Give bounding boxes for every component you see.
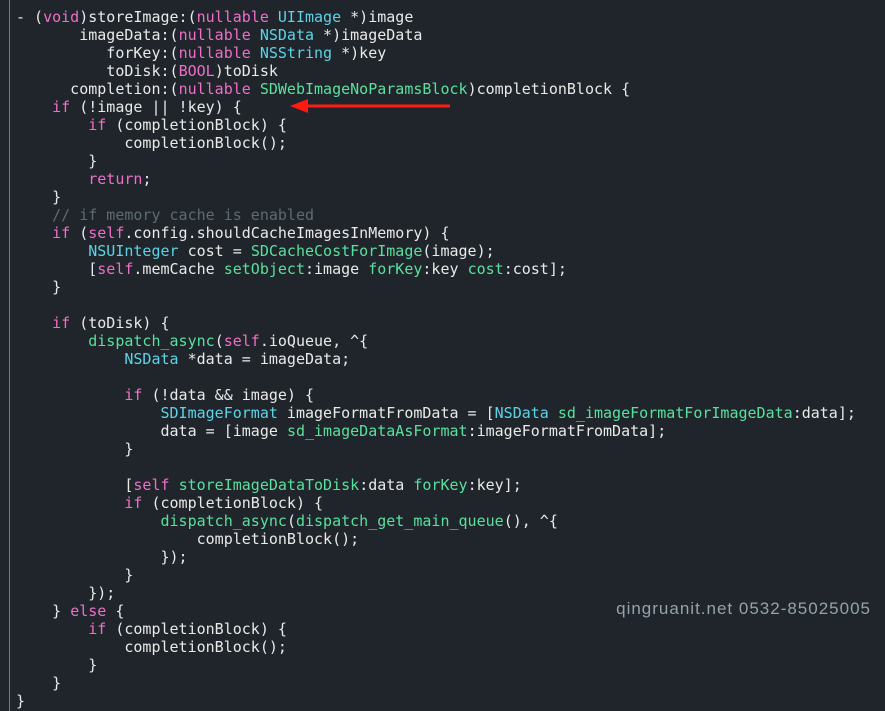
source-code: - (void)storeImage:(nullable UIImage *)i… xyxy=(16,8,856,710)
editor-gutter-border xyxy=(9,0,10,711)
